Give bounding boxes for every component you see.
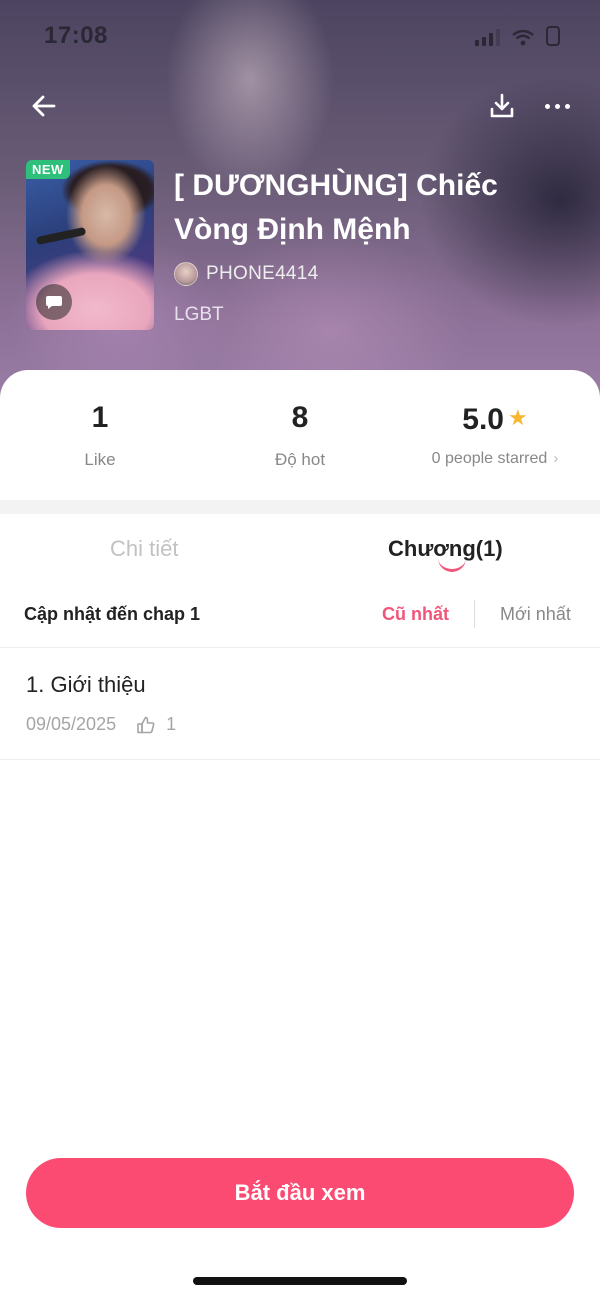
- top-nav: [0, 86, 600, 126]
- rating-row-label: 0 people starred ›: [390, 450, 600, 468]
- more-dot: [564, 103, 570, 109]
- chapter-date: 09/05/2025: [26, 714, 117, 734]
- status-time: 17:08: [44, 22, 108, 49]
- chapter-list-item[interactable]: 1. Giới thiệu 09/05/2025 1: [0, 648, 600, 760]
- sort-newest-button[interactable]: Mới nhất: [500, 604, 571, 625]
- stats-card: 1 Like 8 Độ hot 5.0 ★ 0 people starred ›: [0, 370, 600, 500]
- stat-hot: 8 Độ hot: [200, 400, 400, 470]
- star-icon: ★: [507, 405, 528, 430]
- rating-label: 0 people starred: [431, 450, 548, 467]
- book-cover[interactable]: NEW: [26, 160, 154, 330]
- section-divider: [0, 500, 600, 514]
- more-dot: [544, 103, 550, 109]
- chapter-title: 1. Giới thiệu: [26, 672, 146, 697]
- update-info: Cập nhật đến chap 1: [24, 604, 201, 624]
- wifi-icon: [512, 30, 534, 46]
- start-reading-button[interactable]: Bắt đầu xem: [26, 1158, 574, 1228]
- more-dot: [554, 103, 560, 109]
- download-icon: [490, 93, 514, 118]
- tab-details[interactable]: Chi tiết: [110, 536, 178, 562]
- rating-row: 5.0 ★: [390, 400, 600, 436]
- author-row[interactable]: PHONE4414: [174, 262, 319, 286]
- tab-bar: Chi tiết Chương(1): [0, 514, 600, 584]
- chat-bubble-icon: [36, 284, 72, 320]
- book-header: 17:08 NEW [DƯƠNGHÙNG] Chiếc Vòng Định M…: [0, 0, 600, 410]
- chapter-sort-row: Cập nhật đến chap 1 Cũ nhất Mới nhất: [0, 584, 600, 648]
- author-name: PHONE4414: [206, 263, 319, 284]
- arrow-left-icon: [32, 95, 56, 117]
- chapter-meta: 09/05/2025 1: [26, 714, 176, 735]
- author-avatar: [174, 262, 198, 286]
- likes-count: 1: [91, 401, 109, 434]
- chevron-right-icon: ›: [553, 450, 559, 467]
- status-bar: 17:08: [0, 0, 600, 70]
- new-badge: NEW: [26, 160, 70, 179]
- battery-icon: [546, 26, 560, 46]
- hot-label: Độ hot: [274, 450, 326, 469]
- download-button[interactable]: [486, 88, 518, 124]
- thumbs-up-icon: [136, 715, 156, 735]
- rating-value: 5.0: [462, 403, 504, 436]
- home-indicator: [193, 1277, 407, 1285]
- cellular-signal-icon: [475, 28, 500, 46]
- likes-label: Like: [84, 450, 116, 469]
- sort-oldest-button[interactable]: Cũ nhất: [382, 604, 449, 625]
- more-options-button[interactable]: [540, 88, 574, 124]
- stat-rating[interactable]: 5.0 ★ 0 people starred ›: [390, 400, 600, 468]
- status-icons: [475, 26, 560, 46]
- book-title: [ DƯƠNGHÙNG] Chiếc Vòng Định Mệnh: [174, 169, 498, 246]
- genre-label: LGBT: [174, 304, 224, 325]
- stat-likes: 1 Like: [0, 400, 200, 470]
- back-button[interactable]: [28, 88, 60, 124]
- chapter-likes: 1: [166, 714, 177, 734]
- hot-count: 8: [291, 401, 309, 434]
- sort-divider: [474, 600, 475, 628]
- cover-art-microphone: [35, 226, 87, 246]
